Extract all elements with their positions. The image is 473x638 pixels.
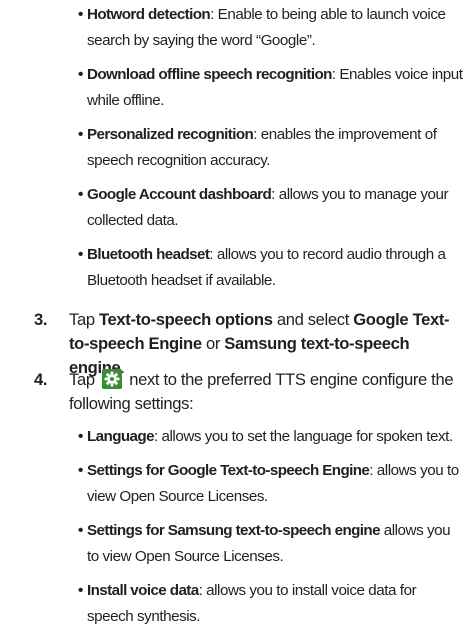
item-desc: : allows you to set the language for spo… [153, 428, 453, 445]
item-term: Download offline speech recognition [87, 66, 332, 83]
step-4: 4. Tap next to the preferred TTS engine … [0, 368, 473, 416]
item-term: Install voice data [87, 582, 199, 599]
step-text: and select [272, 310, 354, 329]
voice-search-settings-list: • Hotword detection: Enable to being abl… [0, 2, 473, 302]
item-term: Bluetooth headset [87, 246, 210, 263]
bullet: • [78, 66, 83, 83]
tts-settings-list: • Language: allows you to set the langua… [0, 424, 473, 638]
bullet: • [78, 522, 83, 539]
gear-icon [101, 369, 122, 389]
item-term: Google Account dashboard [87, 186, 272, 203]
list-item: • Language: allows you to set the langua… [0, 424, 473, 450]
bullet: • [78, 462, 83, 479]
list-item: • Hotword detection: Enable to being abl… [0, 2, 473, 54]
step-body: Tap next to the preferred TTS engine con… [0, 368, 473, 416]
item-term: Settings for Google Text-to-speech Engin… [87, 462, 370, 479]
step-text: next to the preferred TTS engine configu… [69, 370, 454, 413]
list-item: • Google Account dashboard: allows you t… [0, 182, 473, 234]
step-number: 3. [34, 310, 48, 329]
bullet: • [78, 428, 83, 445]
step-text: Tap [69, 310, 99, 329]
bullet: • [78, 126, 83, 143]
item-term: Settings for Samsung text-to-speech engi… [87, 522, 381, 539]
list-item: • Install voice data: allows you to inst… [0, 578, 473, 630]
step-text: Tap [69, 370, 99, 389]
list-item: • Bluetooth headset: allows you to recor… [0, 242, 473, 294]
bullet: • [78, 246, 83, 263]
list-item: • Download offline speech recognition: E… [0, 62, 473, 114]
bullet: • [78, 186, 83, 203]
text-to-speech-options-label: Text-to-speech options [98, 310, 273, 329]
item-term: Personalized recognition [87, 126, 254, 143]
list-item: • Settings for Google Text-to-speech Eng… [0, 458, 473, 510]
bullet: • [78, 582, 83, 599]
bullet: • [78, 6, 83, 23]
item-term: Hotword detection [87, 6, 211, 23]
list-item: • Settings for Samsung text-to-speech en… [0, 518, 473, 570]
step-text: or [201, 334, 225, 353]
manual-page: • Hotword detection: Enable to being abl… [0, 0, 473, 635]
list-item: • Personalized recognition: enables the … [0, 122, 473, 174]
item-term: Language [87, 428, 155, 445]
step-number: 4. [34, 370, 48, 389]
